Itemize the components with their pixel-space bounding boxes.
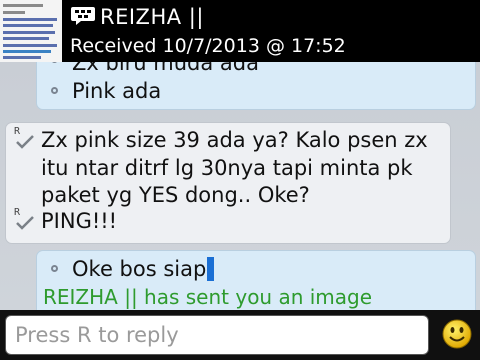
bullet-icon xyxy=(51,265,58,272)
message-text: PING!!! xyxy=(41,209,118,233)
message-text: Oke bos siap xyxy=(72,256,215,282)
contact-name: REIZHA || xyxy=(100,5,204,29)
chat-header: REIZHA || Received 10/7/2013 @ 17:52 xyxy=(0,0,480,62)
delivered-check-icon: R xyxy=(14,127,36,153)
message-text: paket yg YES dong.. Oke? xyxy=(41,183,310,207)
delivered-check-icon: R xyxy=(14,208,36,234)
received-timestamp: Received 10/7/2013 @ 17:52 xyxy=(70,35,346,57)
message-text: Zx biru muda ada xyxy=(72,62,259,75)
contact-avatar[interactable] xyxy=(0,0,62,62)
reply-placeholder: Press R to reply xyxy=(15,323,179,347)
reply-input[interactable]: Press R to reply xyxy=(5,315,429,355)
emoticon-smiley-icon[interactable] xyxy=(442,319,472,349)
message-text: Zx pink size 39 ada ya? Kalo psen zx xyxy=(41,128,428,152)
message-text: Pink ada xyxy=(72,79,162,103)
conversation-area[interactable]: Zx biru muda ada Pink ada R Zx pink size… xyxy=(0,62,480,310)
reply-bar: Press R to reply xyxy=(0,310,480,360)
bbm-icon xyxy=(71,7,95,25)
text-cursor xyxy=(207,257,215,281)
bullet-icon xyxy=(51,87,58,94)
message-text: itu ntar ditrf lg 30nya tapi minta pk xyxy=(41,156,413,180)
system-notification: REIZHA || has sent you an image xyxy=(43,285,373,309)
